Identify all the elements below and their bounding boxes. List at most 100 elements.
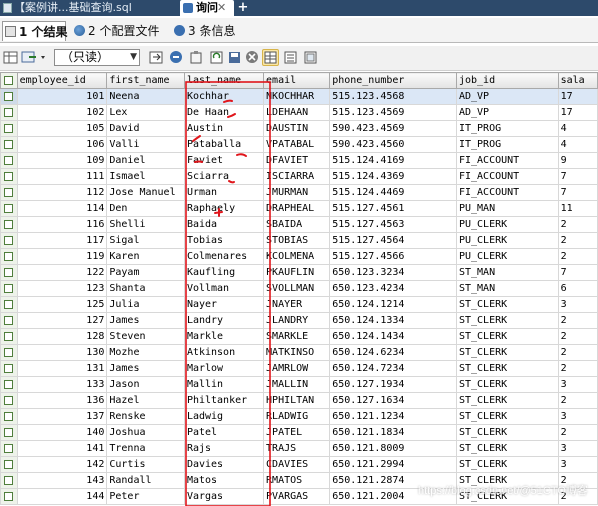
cell-last-name[interactable]: Matos [183,472,265,489]
column-header-phone-number[interactable]: phone_number [329,72,457,89]
column-header-email[interactable]: email [263,72,331,89]
cell-email[interactable]: CDAVIES [263,456,331,473]
cell-employee-id[interactable]: 106 [16,136,108,153]
row-checkbox[interactable] [0,136,18,153]
table-row[interactable]: 114 Den Raphaely DRAPHEAL 515.127.4561 PU_MAN… [0,200,598,217]
cell-salary[interactable]: 2 [557,232,598,249]
row-checkbox[interactable] [0,472,18,489]
cell-email[interactable]: DFAVIET [263,152,331,169]
cell-employee-id[interactable]: 112 [16,184,108,201]
cell-last-name[interactable]: Kaufling [183,264,265,281]
cell-job-id[interactable]: AD_VP [455,88,559,105]
cell-salary[interactable]: 3 [557,456,598,473]
refresh-icon[interactable] [208,49,225,66]
cell-first-name[interactable]: Curtis [106,456,185,473]
cell-salary[interactable]: 11 [557,200,598,217]
cell-last-name[interactable]: Nayer [183,296,265,313]
cell-salary[interactable]: 9 [557,152,598,169]
cell-job-id[interactable]: PU_MAN [455,200,559,217]
row-checkbox[interactable] [0,280,18,297]
table-row[interactable]: 128 Steven Markle SMARKLE 650.124.1434 ST_CLE… [0,328,598,345]
cell-phone-number[interactable]: 650.124.7234 [329,360,457,377]
cell-first-name[interactable]: Daniel [106,152,185,169]
cell-email[interactable]: DAUSTIN [263,120,331,137]
tab-info[interactable]: 3 条信息 [172,21,244,41]
cell-email[interactable]: JPATEL [263,424,331,441]
cell-employee-id[interactable]: 140 [16,424,108,441]
row-checkbox[interactable] [0,104,18,121]
cell-employee-id[interactable]: 128 [16,328,108,345]
cell-first-name[interactable]: Joshua [106,424,185,441]
form-view-icon[interactable] [282,49,299,66]
cell-job-id[interactable]: PU_CLERK [455,248,559,265]
table-row[interactable]: 125 Julia Nayer JNAYER 650.124.1214 ST_CLERK 3 [0,296,598,313]
cell-email[interactable]: DRAPHEAL [263,200,331,217]
cell-email[interactable]: SMARKLE [263,328,331,345]
cell-first-name[interactable]: James [106,312,185,329]
cell-job-id[interactable]: IT_PROG [455,120,559,137]
cell-salary[interactable]: 2 [557,424,598,441]
cell-job-id[interactable]: IT_PROG [455,136,559,153]
cell-first-name[interactable]: Renske [106,408,185,425]
cell-first-name[interactable]: Hazel [106,392,185,409]
select-all-checkbox[interactable] [0,72,18,89]
cell-salary[interactable]: 2 [557,360,598,377]
cell-employee-id[interactable]: 105 [16,120,108,137]
cell-first-name[interactable]: Sigal [106,232,185,249]
cell-first-name[interactable]: Julia [106,296,185,313]
grid-icon[interactable] [2,49,19,66]
cell-phone-number[interactable]: 650.124.1434 [329,328,457,345]
table-row[interactable]: 111 Ismael Sciarra ISCIARRA 515.124.4369 FI_A… [0,168,598,185]
cell-last-name[interactable]: Faviet [183,152,265,169]
cell-job-id[interactable]: PU_CLERK [455,232,559,249]
cell-salary[interactable]: 3 [557,296,598,313]
row-checkbox[interactable] [0,456,18,473]
cell-phone-number[interactable]: 650.124.1334 [329,312,457,329]
cell-first-name[interactable]: Neena [106,88,185,105]
cell-job-id[interactable]: ST_CLERK [455,296,559,313]
row-checkbox[interactable] [0,88,18,105]
row-checkbox[interactable] [0,312,18,329]
table-row[interactable]: 119 Karen Colmenares KCOLMENA 515.127.4566 PU… [0,248,598,265]
cell-phone-number[interactable]: 650.127.1634 [329,392,457,409]
cell-salary[interactable]: 3 [557,408,598,425]
cell-job-id[interactable]: FI_ACCOUNT [455,184,559,201]
cell-salary[interactable]: 3 [557,440,598,457]
cell-employee-id[interactable]: 143 [16,472,108,489]
cell-last-name[interactable]: Ladwig [183,408,265,425]
cell-last-name[interactable]: Austin [183,120,265,137]
row-checkbox[interactable] [0,328,18,345]
table-row[interactable]: 105 David Austin DAUSTIN 590.423.4569 IT_PROG… [0,120,598,137]
cell-first-name[interactable]: Jose Manuel [106,184,185,201]
copy-icon[interactable] [168,49,185,66]
cell-phone-number[interactable]: 650.121.8009 [329,440,457,457]
cell-employee-id[interactable]: 136 [16,392,108,409]
cell-first-name[interactable]: Ismael [106,168,185,185]
table-row[interactable]: 116 Shelli Baida SBAIDA 515.127.4563 PU_CLERK… [0,216,598,233]
cell-phone-number[interactable]: 590.423.4560 [329,136,457,153]
cell-last-name[interactable]: Rajs [183,440,265,457]
cell-salary[interactable]: 17 [557,104,598,121]
cell-last-name[interactable]: Tobias [183,232,265,249]
cell-phone-number[interactable]: 515.127.4566 [329,248,457,265]
cell-email[interactable]: JMURMAN [263,184,331,201]
cell-last-name[interactable]: De Haan [183,104,265,121]
cell-salary[interactable]: 7 [557,168,598,185]
cell-email[interactable]: ISCIARRA [263,168,331,185]
cell-first-name[interactable]: David [106,120,185,137]
row-checkbox[interactable] [0,168,18,185]
table-row[interactable]: 141 Trenna Rajs TRAJS 650.121.8009 ST_CLERK 3 [0,440,598,457]
cell-email[interactable]: SVOLLMAN [263,280,331,297]
cell-first-name[interactable]: Jason [106,376,185,393]
cell-employee-id[interactable]: 116 [16,216,108,233]
cell-phone-number[interactable]: 650.121.1234 [329,408,457,425]
delete-icon[interactable] [244,49,261,66]
save-icon[interactable] [226,49,243,66]
cell-employee-id[interactable]: 117 [16,232,108,249]
cell-salary[interactable]: 7 [557,184,598,201]
column-header-last-name[interactable]: last_name [183,72,265,89]
row-checkbox[interactable] [0,152,18,169]
export-icon[interactable] [148,49,165,66]
cell-first-name[interactable]: Shanta [106,280,185,297]
cell-last-name[interactable]: Pataballa [183,136,265,153]
